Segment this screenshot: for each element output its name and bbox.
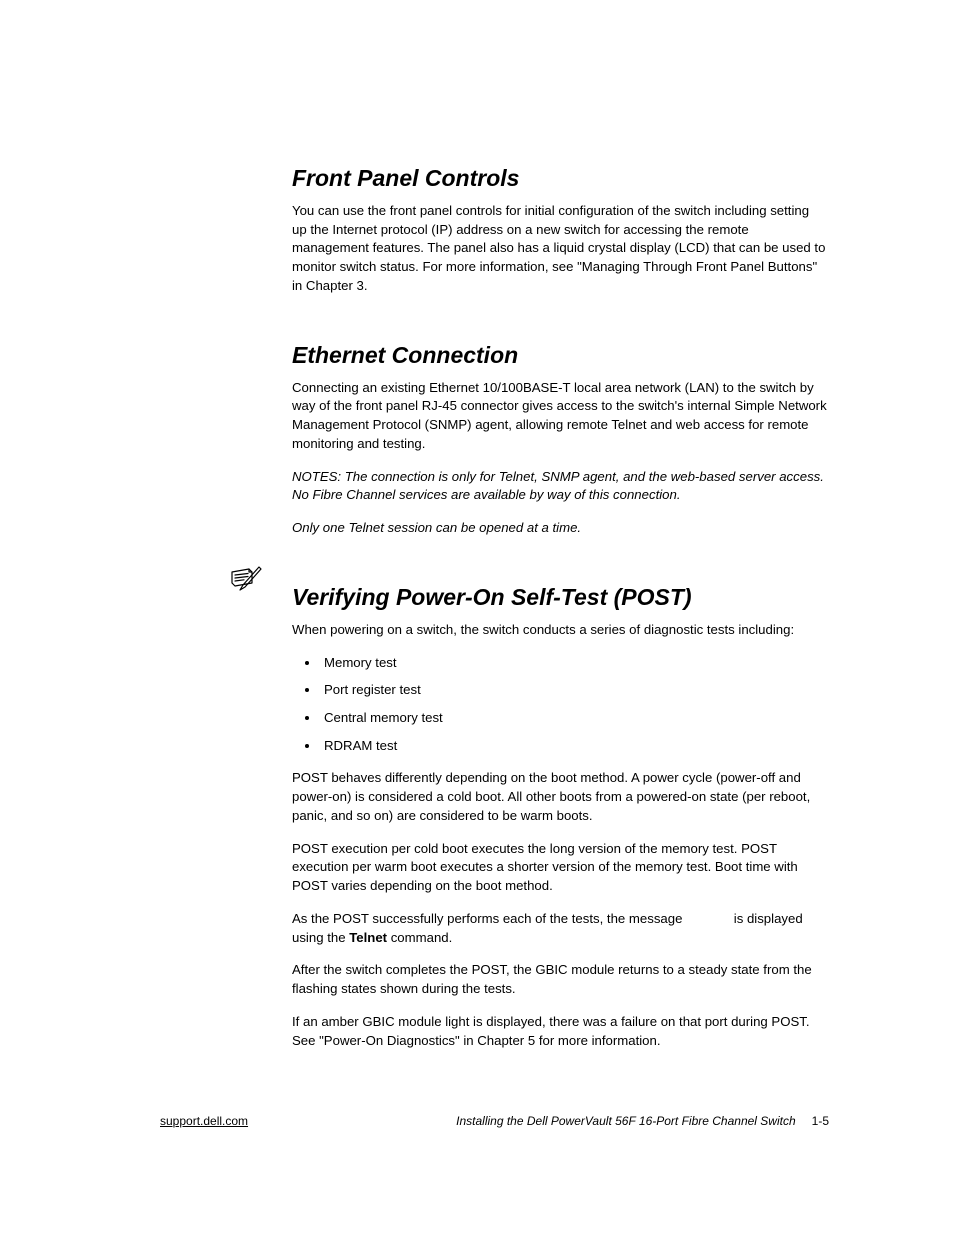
paragraph: POST behaves differently depending on th… <box>292 769 827 825</box>
footer-url[interactable]: support.dell.com <box>160 1114 248 1128</box>
heading-front-panel-controls: Front Panel Controls <box>292 165 827 192</box>
paragraph: If an amber GBIC module light is display… <box>292 1013 827 1050</box>
heading-verifying-post: Verifying Power-On Self-Test (POST) <box>292 584 827 611</box>
list-item: RDRAM test <box>320 737 827 756</box>
heading-ethernet-connection: Ethernet Connection <box>292 342 827 369</box>
paragraph: You can use the front panel controls for… <box>292 202 827 296</box>
footer-title: Installing the Dell PowerVault 56F 16-Po… <box>456 1114 829 1128</box>
page-number: 1-5 <box>812 1114 829 1128</box>
list-item: Memory test <box>320 654 827 673</box>
note-text: Only one Telnet session can be opened at… <box>292 519 827 538</box>
list-item: Central memory test <box>320 709 827 728</box>
list-item: Port register test <box>320 681 827 700</box>
note-icon <box>229 565 265 595</box>
paragraph: When powering on a switch, the switch co… <box>292 621 827 640</box>
paragraph: As the POST successfully performs each o… <box>292 910 827 947</box>
note-text: NOTES: The connection is only for Telnet… <box>292 468 827 505</box>
document-page: Front Panel Controls You can use the fro… <box>0 0 954 1235</box>
paragraph: POST execution per cold boot executes th… <box>292 840 827 896</box>
page-body: Front Panel Controls You can use the fro… <box>292 165 827 1050</box>
post-test-list: Memory test Port register test Central m… <box>292 654 827 756</box>
paragraph: Connecting an existing Ethernet 10/100BA… <box>292 379 827 454</box>
page-footer: support.dell.com Installing the Dell Pow… <box>160 1114 829 1128</box>
paragraph: After the switch completes the POST, the… <box>292 961 827 998</box>
